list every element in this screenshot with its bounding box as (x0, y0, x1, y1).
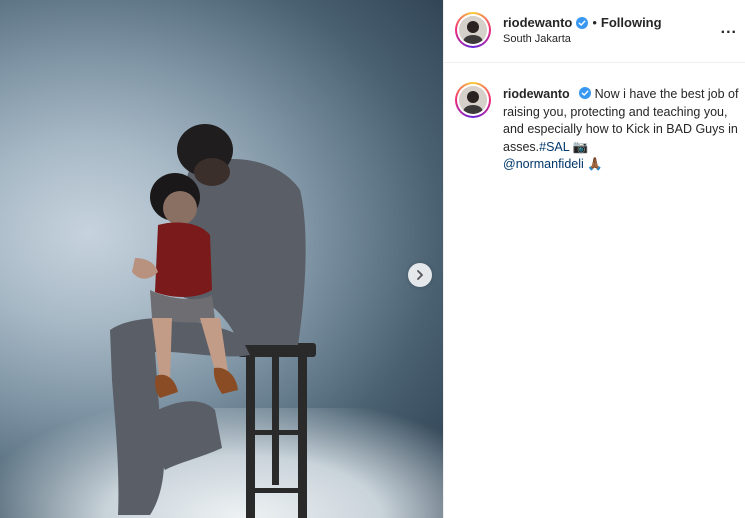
post-side-panel: riodewanto • Following South Jakarta ...… (443, 0, 745, 518)
camera-emoji: 📷 (572, 139, 589, 154)
verified-badge-icon (579, 87, 592, 99)
post-location[interactable]: South Jakarta (503, 33, 571, 45)
separator-dot: • (592, 15, 597, 30)
author-avatar[interactable] (455, 12, 491, 48)
post-header: riodewanto • Following South Jakarta ... (444, 0, 745, 63)
avatar-image (459, 16, 487, 44)
verified-badge-icon (576, 16, 589, 29)
stool (238, 343, 316, 518)
chevron-right-icon (417, 270, 423, 280)
mention-link[interactable]: @normanfideli (503, 157, 584, 171)
more-options-button[interactable]: ... (721, 20, 737, 38)
caption-text: riodewanto Now i have the best job of ra… (503, 86, 743, 174)
avatar-image (459, 86, 487, 114)
author-username[interactable]: riodewanto (503, 15, 572, 30)
pray-emoji: 🙏🏾 (587, 157, 603, 171)
post-photo (110, 124, 316, 518)
post-media[interactable] (0, 0, 443, 518)
caption-author-avatar[interactable] (455, 82, 491, 118)
caption-username[interactable]: riodewanto (503, 87, 570, 101)
hashtag-link[interactable]: #SAL (539, 140, 569, 154)
header-user-line: riodewanto • Following (503, 15, 662, 30)
following-button[interactable]: Following (601, 15, 662, 30)
next-image-button[interactable] (408, 263, 432, 287)
